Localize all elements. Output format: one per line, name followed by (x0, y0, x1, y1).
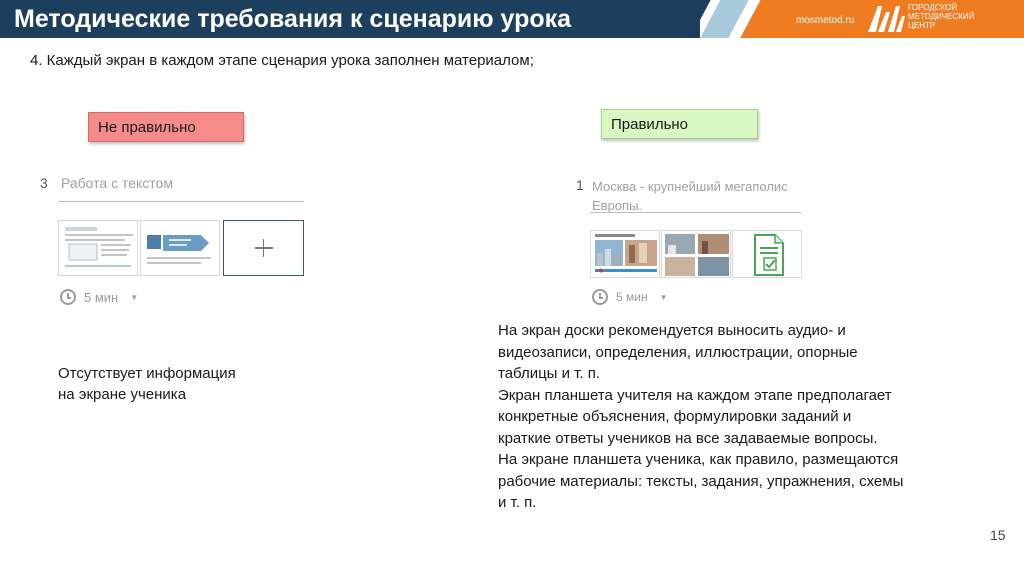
stage-number: 1 (576, 177, 584, 193)
header-decoration (700, 0, 1024, 38)
duration-select[interactable]: 5 мин ▼ (60, 289, 138, 305)
stage-title: Работа с текстом (61, 175, 173, 191)
clock-icon (60, 289, 76, 305)
stage-title: Москва - крупнейший мегаполис Европы. (592, 179, 788, 213)
screen-thumbnail-city[interactable] (590, 230, 660, 278)
screen-thumbnail-photos[interactable] (661, 230, 731, 278)
caret-down-icon: ▼ (130, 292, 139, 302)
screen-thumbnail-diagram[interactable] (140, 220, 220, 276)
header-bar: Методические требования к сценарию урока… (0, 0, 1024, 38)
right-explanation: На экран доски рекомендуется выносить ау… (498, 322, 904, 511)
duration-select[interactable]: 5 мин ▼ (592, 289, 668, 305)
title-underline (590, 212, 801, 213)
requirement-statement: 4. Каждый экран в каждом этапе сценария … (30, 52, 534, 69)
wrong-label: Не правильно (88, 112, 244, 142)
page-title: Методические требования к сценарию урока (14, 5, 572, 33)
logo-text: ГОРОДСКОЙ МЕТОДИЧЕСКИЙ ЦЕНТР (908, 3, 975, 30)
document-check-icon (754, 234, 784, 276)
title-underline (58, 201, 304, 202)
site-url: mosmetod.ru (796, 15, 855, 26)
screen-thumbnail-task[interactable] (732, 230, 802, 278)
page-number: 15 (990, 527, 1006, 543)
right-label: Правильно (601, 109, 758, 139)
mosmetod-logo-icon (868, 6, 905, 32)
duration-value: 5 мин (616, 290, 648, 304)
duration-value: 5 мин (84, 289, 119, 305)
add-screen-button[interactable] (223, 220, 304, 276)
stage-number: 3 (40, 175, 48, 191)
caret-down-icon: ▼ (659, 292, 668, 302)
screen-thumbnail-text[interactable] (58, 220, 138, 276)
wrong-explanation: Отсутствует информация на экране ученика (58, 365, 236, 403)
clock-icon (592, 289, 608, 305)
